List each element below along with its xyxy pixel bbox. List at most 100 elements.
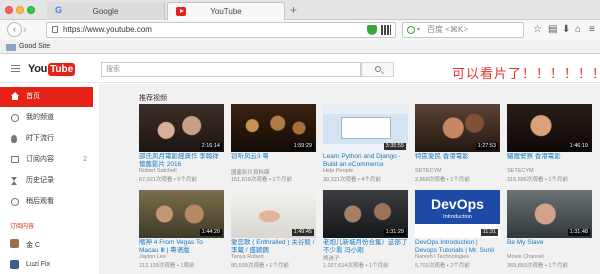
video-thumbnail[interactable]: 1:44:20: [139, 190, 224, 238]
sidebar-item-label: 历史记录: [26, 177, 54, 184]
tab-label: YouTube: [210, 7, 242, 16]
qr-code-icon[interactable]: [381, 25, 391, 35]
video-title[interactable]: 特區愛民 香港電影: [415, 153, 500, 161]
duration-badge: 1:31:29: [383, 229, 406, 236]
watch-later-icon: [11, 198, 19, 206]
duration-badge: 1:27:53: [475, 143, 498, 150]
sidebar: 首页 我的频道 时下流行 订阅内容 2 历史记录 稍后观看 订阅内容 金 C L…: [0, 84, 100, 274]
back-button[interactable]: ‹: [7, 22, 22, 37]
star-icon[interactable]: ☆: [533, 24, 542, 35]
tab-youtube[interactable]: YouTube: [167, 2, 285, 20]
video-title[interactable]: Be My Slave: [507, 239, 592, 247]
minimize-window-button[interactable]: [16, 6, 24, 14]
video-channel[interactable]: Help People: [323, 168, 353, 174]
youtube-search-button[interactable]: [361, 62, 394, 77]
video-channel[interactable]: SETECYM: [415, 168, 442, 174]
video-thumbnail[interactable]: 2:16:14: [139, 104, 224, 152]
video-meta: 30,321次观看 • 4个月前: [323, 177, 381, 183]
address-bar[interactable]: https://www.youtube.com: [46, 22, 396, 38]
video-meta: 67,921次观看 • 5个月前: [139, 177, 197, 183]
video-meta: 369,859次观看 • 1个月前: [507, 263, 568, 269]
annotation-text: 可以看片了！！！！！！: [452, 66, 600, 81]
zoom-window-button[interactable]: [27, 6, 35, 14]
sidebar-item-label: 首页: [26, 93, 40, 100]
sidebar-item-subscriptions[interactable]: 订阅内容 2: [0, 150, 93, 170]
home-icon[interactable]: ⌂: [575, 24, 581, 35]
video-channel[interactable]: SETECYM: [507, 168, 534, 174]
tab-google[interactable]: G Google: [47, 2, 165, 20]
sidebar-channel[interactable]: Luzi Fix: [26, 261, 50, 268]
download-icon[interactable]: ⬇: [562, 24, 570, 35]
chevron-down-icon: ▾: [417, 27, 421, 33]
sidebar-channel[interactable]: 金 C: [26, 240, 40, 250]
sidebar-item-trending[interactable]: 时下流行: [0, 129, 93, 149]
video-thumbnail[interactable]: 1:49:45: [231, 190, 316, 238]
video-channel[interactable]: Movie Channel: [507, 254, 544, 260]
code-panel: [341, 117, 391, 139]
section-title: 推荐视频: [139, 95, 167, 102]
duration-badge: 2:16:14: [199, 143, 222, 150]
youtube-logo[interactable]: You Tube: [28, 62, 76, 76]
video-title[interactable]: 愛恋歌 ( Enthralled ) 关谷毅 / 李蔵 / 盛颖朗: [231, 239, 316, 254]
video-thumbnail[interactable]: 1:31:48: [507, 190, 592, 238]
duration-badge: 1:31:48: [567, 229, 590, 236]
close-window-button[interactable]: [5, 6, 13, 14]
history-icon: [11, 177, 17, 185]
video-title[interactable]: 驅魔警察 香港電影: [507, 153, 592, 161]
sidebar-item-label: 时下流行: [26, 135, 54, 142]
video-meta: 5,702次观看 • 2个月前: [415, 263, 470, 269]
logo-tube-text: Tube: [48, 62, 76, 76]
sidebar-item-my-channel[interactable]: 我的频道: [0, 108, 93, 128]
menu-icon[interactable]: ≡: [589, 24, 595, 35]
search-engine-icon[interactable]: [407, 26, 415, 34]
sidebar-item-label: 稍后观看: [26, 198, 54, 205]
home-icon: [11, 92, 19, 100]
bookmark-folder-good-site[interactable]: Good Site: [19, 40, 50, 54]
video-thumbnail[interactable]: 1:27:53: [415, 104, 500, 152]
video-thumbnail[interactable]: 1:31:29: [323, 190, 408, 238]
google-favicon-icon: G: [55, 5, 63, 15]
duration-badge: 1:46:19: [567, 143, 590, 150]
sidebar-section-subscriptions: 订阅内容: [10, 224, 35, 230]
shield-icon[interactable]: [367, 25, 377, 35]
video-title[interactable]: DevOps Introduction | Devops Tutorials |…: [415, 239, 500, 254]
channel-icon: [11, 114, 19, 122]
video-meta: 315,686次观看 • 1个月前: [507, 177, 568, 183]
video-meta: 1,027,614次观看 • 1个月前: [323, 263, 389, 269]
video-title[interactable]: 賭神 4 From Vegas To Macau Ⅲ | 粵语版: [139, 239, 224, 254]
duration-badge: 3:35:55: [383, 143, 406, 150]
video-thumbnail[interactable]: 3:35:55: [323, 104, 408, 152]
sidebar-item-history[interactable]: 历史记录: [0, 171, 93, 191]
video-meta: 2,868次观看 • 1个月前: [415, 177, 470, 183]
subscriptions-count: 2: [83, 156, 87, 163]
video-channel[interactable]: Jayton Lee: [139, 254, 166, 260]
avatar: [10, 239, 19, 248]
youtube-search-input[interactable]: 搜索: [101, 62, 361, 77]
youtube-favicon-icon: [176, 7, 186, 16]
lock-icon: [52, 26, 58, 33]
browser-search-input[interactable]: ▾ 百度 <⌘K>: [402, 22, 524, 38]
video-thumbnail[interactable]: DevOps Introduction 11:31: [415, 190, 500, 238]
sidebar-item-label: 订阅内容: [26, 156, 54, 163]
search-icon: [375, 66, 381, 72]
new-tab-button[interactable]: +: [290, 3, 297, 17]
video-thumbnail[interactable]: 1:59:29: [231, 104, 316, 152]
duration-badge: 1:59:29: [291, 143, 314, 150]
reader-icon[interactable]: ▤: [548, 24, 557, 35]
folder-icon: [6, 44, 16, 51]
video-title[interactable]: 老炮儿新城月份合集）这部了不少看 冯小刚: [323, 239, 408, 254]
video-title[interactable]: Learn Python and Django - Build an eComm…: [323, 153, 408, 168]
sidebar-item-home[interactable]: 首页: [0, 87, 93, 107]
video-title[interactable]: 邵氏风月電影經典作 李翰祥 懷舊影片 2016: [139, 153, 224, 168]
video-channel[interactable]: Robert Satchell: [139, 168, 177, 174]
forward-button[interactable]: ›: [23, 23, 27, 37]
video-channel[interactable]: Naresh i Technologies: [415, 254, 469, 260]
bookmarks-bar: Good Site: [0, 40, 600, 54]
sidebar-item-watch-later[interactable]: 稍后观看: [0, 192, 93, 212]
video-channel[interactable]: Tanya Robert: [231, 254, 264, 260]
hamburger-menu-icon[interactable]: [11, 65, 20, 72]
tab-strip: G Google YouTube +: [0, 0, 600, 20]
duration-badge: 11:31: [480, 229, 498, 236]
video-thumbnail[interactable]: 1:46:19: [507, 104, 592, 152]
video-title[interactable]: 窃听风云3 粵: [231, 153, 316, 161]
